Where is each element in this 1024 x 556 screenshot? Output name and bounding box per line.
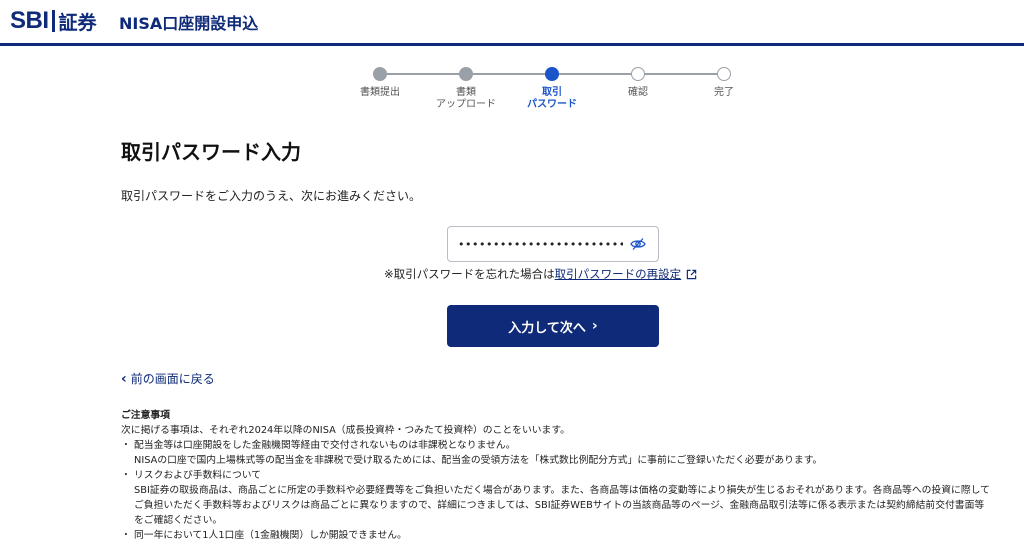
- eye-slash-icon[interactable]: [630, 237, 646, 251]
- step-label-1: 書類提出: [360, 87, 400, 98]
- note-item: ・ 同一年において1人1口座（1金融機関）しか開設できません。: [121, 528, 991, 543]
- back-link[interactable]: ‹ 前の画面に戻る: [121, 370, 215, 387]
- note-bullet: ・: [121, 470, 131, 481]
- notes-section: ご注意事項 次に掲げる事項は、それぞれ2024年以降のNISA（成長投資枠・つみ…: [121, 408, 991, 543]
- next-button-label: 入力して次へ: [508, 320, 586, 336]
- step-dot-1: [373, 67, 387, 81]
- step-dot-2: [459, 67, 473, 81]
- note-line: 配当金等は口座開設をした金融機関等経由で交付されないものは非課税となりません。: [134, 440, 516, 451]
- note-line: NISAの口座で国内上場株式等の配当金を非課税で受け取るためには、配当金の受領方…: [134, 455, 823, 466]
- step-dot-3: [545, 67, 559, 81]
- logo-divider: [51, 10, 55, 32]
- step-label-3: 取引 パスワード: [527, 87, 577, 110]
- note-line: 同一年において1人1口座（1金融機関）しか開設できません。: [134, 530, 407, 541]
- logo-suffix: 証券: [58, 11, 97, 34]
- next-button[interactable]: 入力して次へ ›: [447, 305, 659, 347]
- page-title: 取引パスワード入力: [121, 140, 301, 164]
- back-link-label: 前の画面に戻る: [130, 372, 215, 386]
- chevron-right-icon: ›: [591, 318, 598, 334]
- notes-title: ご注意事項: [121, 410, 170, 421]
- instruction-text: 取引パスワードをご入力のうえ、次にお進みください。: [121, 189, 422, 203]
- step-connector: [466, 73, 552, 75]
- step-dot-4: [631, 67, 645, 81]
- step-label-5: 完了: [714, 87, 734, 98]
- app-title: NISA口座開設申込: [119, 14, 259, 33]
- sbi-logo[interactable]: SBI 証券: [10, 6, 97, 36]
- reset-password-link[interactable]: 取引パスワードの再設定: [555, 266, 682, 282]
- note-item: ・ リスクおよび手数料について SBI証券の取扱商品は、商品ごとに所定の手数料や…: [121, 468, 991, 528]
- forgot-prefix: ※取引パスワードを忘れた場合は: [384, 267, 555, 281]
- note-bullet: ・: [121, 440, 131, 451]
- note-line: SBI証券の取扱商品は、商品ごとに所定の手数料や必要経費等をご負担いただく場合が…: [134, 485, 990, 526]
- forgot-password-note: ※取引パスワードを忘れた場合は 取引パスワードの再設定: [384, 266, 697, 282]
- external-link-icon[interactable]: [686, 269, 697, 280]
- note-line: リスクおよび手数料について: [134, 470, 262, 481]
- chevron-left-icon: ‹: [121, 370, 127, 387]
- step-dot-5: [717, 67, 731, 81]
- note-item: ・ 配当金等は口座開設をした金融機関等経由で交付されないものは非課税となりません…: [121, 438, 991, 468]
- password-input[interactable]: [458, 227, 623, 261]
- step-label-4: 確認: [628, 87, 648, 98]
- step-connector: [552, 73, 638, 75]
- progress-stepper: 書類提出 書類 アップロード 取引 パスワード 確認 完了: [340, 66, 760, 116]
- step-connector: [638, 73, 724, 75]
- step-label-2: 書類 アップロード: [436, 87, 496, 110]
- notes-intro: 次に掲げる事項は、それぞれ2024年以降のNISA（成長投資枠・つみたて投資枠）…: [121, 425, 570, 436]
- step-connector: [380, 73, 466, 75]
- logo-brand: SBI: [10, 7, 49, 34]
- password-field[interactable]: [447, 226, 659, 262]
- note-bullet: ・: [121, 530, 131, 541]
- app-header: SBI 証券 NISA口座開設申込: [0, 0, 1024, 46]
